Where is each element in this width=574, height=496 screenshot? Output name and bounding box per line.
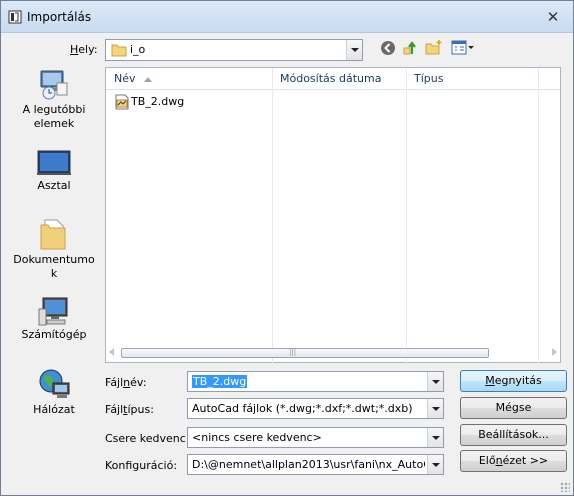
place-label: Dokumentumo (13, 253, 95, 266)
place-label: A legutóbbi (22, 103, 86, 116)
chevron-down-icon[interactable] (427, 455, 443, 474)
close-icon[interactable]: ✕ (543, 7, 563, 27)
favorite-select[interactable]: <nincs csere kedvenc> (187, 427, 444, 448)
place-label: elemek (33, 117, 75, 130)
recent-items-icon (40, 70, 68, 100)
folder-icon (111, 44, 127, 57)
sort-ascending-icon (144, 77, 152, 82)
place-label: k (50, 267, 58, 280)
column-divider (406, 68, 407, 364)
config-select[interactable]: D:\@nemnet\allplan2013\usr\fani\nx_AutoC… (187, 454, 444, 475)
title-bar: Importálás ✕ (1, 1, 573, 33)
location-combo[interactable]: i_o (105, 39, 363, 61)
allplan-app-icon (8, 10, 22, 24)
chevron-down-icon[interactable] (427, 399, 443, 418)
view-menu-icon[interactable] (451, 39, 475, 57)
scroll-right-icon[interactable] (552, 348, 557, 356)
documents-icon (40, 219, 66, 250)
dwg-file-icon (115, 94, 129, 110)
new-folder-icon[interactable] (425, 39, 443, 57)
column-name[interactable]: Név (108, 68, 272, 90)
settings-button[interactable]: Beállítások... (460, 424, 567, 446)
scrollbar-grip-icon: ||| (289, 348, 297, 356)
filetype-value: AutoCad fájlok (*.dwg;*.dxf;*.dwt;*.dxb) (192, 402, 413, 415)
scrollbar-thumb[interactable] (121, 348, 489, 358)
resize-grip-icon[interactable] (560, 482, 570, 492)
filename-field[interactable]: TB_2.dwg (187, 371, 444, 392)
scroll-left-icon[interactable] (109, 348, 114, 356)
horizontal-scrollbar[interactable]: ||| (109, 346, 561, 360)
place-label: Asztal (37, 179, 71, 192)
chevron-down-icon[interactable] (427, 372, 443, 391)
column-type[interactable]: Típus (408, 68, 538, 90)
config-value: D:\@nemnet\allplan2013\usr\fani\nx_AutoC… (192, 458, 425, 471)
chevron-down-icon[interactable] (346, 40, 362, 60)
desktop-icon (37, 150, 71, 175)
location-value: i_o (130, 43, 146, 56)
column-divider (272, 68, 273, 364)
window-title: Importálás (27, 10, 92, 24)
favorite-value: <nincs csere kedvenc> (192, 431, 322, 444)
config-label: Konfiguráció: (105, 459, 178, 472)
place-label: Számítógép (21, 328, 87, 341)
file-list[interactable]: Név Módosítás dátuma Típus TB_2.dwg (105, 67, 561, 364)
chevron-down-icon[interactable] (427, 428, 443, 447)
file-list-header: Név Módosítás dátuma Típus (106, 68, 560, 90)
place-label: Hálózat (33, 403, 75, 416)
back-icon[interactable] (379, 39, 397, 57)
places-bar: A legutóbbi elemek Asztal Dokumentumo k (9, 67, 99, 429)
preview-button[interactable]: Előnézet >> (460, 450, 567, 472)
network-icon (39, 369, 70, 398)
location-label: Hely: (70, 43, 98, 56)
filetype-label: Fájltípus: (105, 403, 154, 416)
filename-value: TB_2.dwg (192, 375, 248, 388)
filename-label: Fájlnév: (105, 376, 147, 389)
open-button[interactable]: Megnyitás (460, 370, 567, 392)
import-dialog: Importálás ✕ Hely: i_o A legutóbbi eleme… (0, 0, 574, 496)
up-folder-icon[interactable] (401, 39, 419, 57)
cancel-button[interactable]: Mégse (460, 397, 567, 419)
column-divider (538, 68, 539, 364)
column-modified-date[interactable]: Módosítás dátuma (274, 68, 406, 90)
file-name: TB_2.dwg (131, 95, 185, 108)
favorite-label: Csere kedvenc: (105, 432, 190, 445)
computer-icon (38, 297, 68, 326)
filetype-select[interactable]: AutoCad fájlok (*.dwg;*.dxf;*.dwt;*.dxb) (187, 398, 444, 419)
